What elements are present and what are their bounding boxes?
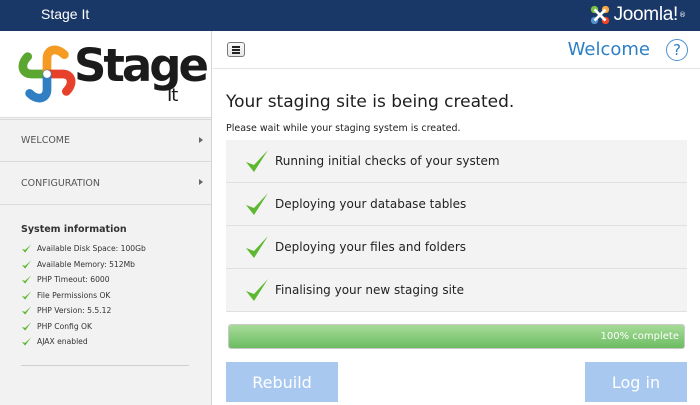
- progress-bar: 100% complete: [228, 324, 685, 349]
- joomla-logo-icon: [590, 5, 609, 25]
- main-header: Welcome ?: [213, 31, 700, 69]
- app-title: Stage It: [41, 6, 90, 22]
- stage-it-logo-icon: [18, 45, 76, 103]
- step-label: Deploying your database tables: [275, 197, 467, 211]
- menu-icon-bar: [232, 49, 240, 51]
- sidebar-item-welcome[interactable]: WELCOME: [0, 119, 211, 162]
- joomla-wordmark: Joomla!: [613, 4, 679, 25]
- check-icon: [21, 291, 32, 300]
- sysinfo-text: PHP Version: 5.5.12: [37, 306, 112, 316]
- progress-label: 100% complete: [600, 331, 679, 342]
- sysinfo-item: AJAX enabled: [21, 334, 191, 350]
- check-icon: [21, 260, 32, 269]
- joomla-trademark: ®: [679, 11, 686, 19]
- menu-icon-bar: [232, 52, 240, 54]
- page-title: Welcome: [567, 39, 650, 60]
- step-item: Deploying your files and folders: [226, 226, 687, 269]
- page-subheading: Please wait while your staging system is…: [226, 123, 461, 134]
- sysinfo-item: PHP Version: 5.5.12: [21, 303, 191, 319]
- system-information: System information Available Disk Space:…: [21, 224, 191, 350]
- login-button[interactable]: Log in: [585, 362, 687, 402]
- sysinfo-text: File Permissions OK: [37, 290, 111, 300]
- joomla-brand: Joomla! ®: [589, 2, 686, 28]
- step-item: Running initial checks of your system: [226, 140, 687, 183]
- sysinfo-item: PHP Config OK: [21, 319, 191, 335]
- menu-icon: [232, 46, 240, 48]
- sysinfo-item: File Permissions OK: [21, 288, 191, 304]
- check-icon: [21, 322, 32, 331]
- stage-it-logo: Stage It: [0, 31, 211, 118]
- logo-stage-text: Stage: [74, 39, 209, 92]
- sysinfo-text: Available Memory: 512Mb: [37, 259, 135, 269]
- sysinfo-text: PHP Timeout: 6000: [37, 275, 110, 285]
- check-icon: [246, 236, 268, 258]
- check-icon: [21, 306, 32, 315]
- check-icon: [246, 193, 268, 215]
- step-label: Deploying your files and folders: [275, 240, 467, 254]
- step-label: Finalising your new staging site: [275, 283, 464, 297]
- check-icon: [21, 275, 32, 284]
- step-item: Deploying your database tables: [226, 183, 687, 226]
- top-bar: Stage It Joomla! ®: [0, 0, 700, 31]
- system-information-title: System information: [21, 224, 127, 235]
- divider: [21, 365, 189, 366]
- sysinfo-item: PHP Timeout: 6000: [21, 272, 191, 288]
- check-icon: [246, 150, 268, 172]
- check-icon: [21, 244, 32, 253]
- sidebar-item-label: CONFIGURATION: [21, 177, 100, 189]
- sysinfo-item: Available Disk Space: 100Gb: [21, 241, 191, 257]
- check-icon: [246, 279, 268, 301]
- sysinfo-text: PHP Config OK: [37, 321, 93, 331]
- progress-steps: Running initial checks of your system De…: [226, 140, 687, 312]
- sidebar-item-configuration[interactable]: CONFIGURATION: [0, 162, 211, 205]
- sidebar-item-label: WELCOME: [21, 135, 70, 146]
- step-label: Running initial checks of your system: [275, 154, 500, 168]
- page-heading: Your staging site is being created.: [226, 92, 515, 112]
- menu-toggle-button[interactable]: [227, 42, 245, 57]
- chevron-right-icon: [199, 179, 203, 185]
- sysinfo-text: AJAX enabled: [37, 337, 88, 347]
- sidebar: Stage It WELCOME CONFIGURATION System in…: [0, 31, 212, 405]
- rebuild-button[interactable]: Rebuild: [226, 362, 338, 402]
- check-icon: [21, 337, 32, 346]
- logo-it-text: It: [167, 85, 178, 106]
- sysinfo-text: Available Disk Space: 100Gb: [37, 244, 146, 254]
- help-icon[interactable]: ?: [666, 39, 688, 61]
- chevron-right-icon: [199, 137, 203, 143]
- sysinfo-item: Available Memory: 512Mb: [21, 257, 191, 273]
- step-item: Finalising your new staging site: [226, 269, 687, 312]
